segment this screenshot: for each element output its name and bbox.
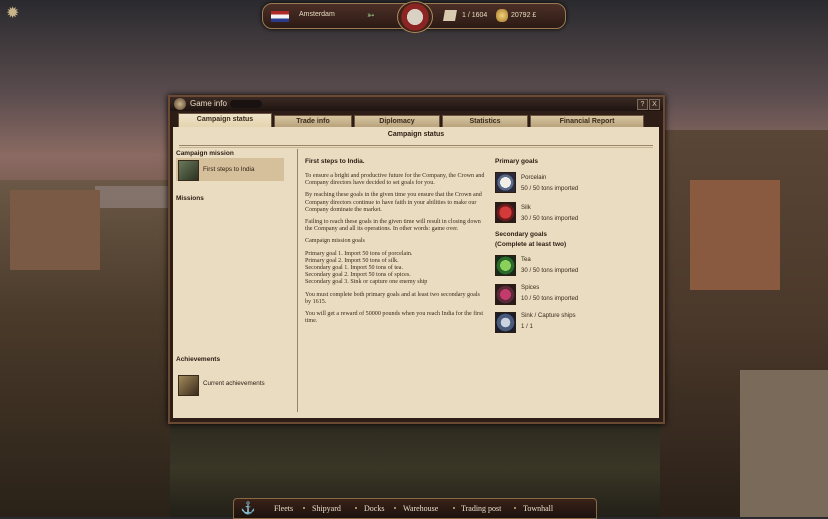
mission-paragraph: Campaign mission goals [305,238,365,245]
secondary-goals-title: Secondary goals [495,231,548,238]
primary-goals-title: Primary goals [495,158,538,165]
nav-warehouse[interactable]: Warehouse [403,504,438,513]
left-panel: Campaign mission First steps to India Mi… [173,149,298,412]
close-button[interactable]: X [649,99,660,110]
campaign-mission-title: Campaign mission [176,150,234,157]
secondary-goals-note: (Complete at least two) [495,241,567,248]
goal-progress: 1 / 1 [521,323,533,330]
nav-separator [303,507,305,509]
ship-count: 1 / 1604 [462,12,488,19]
content-header: Campaign status [387,131,445,138]
goal-name: Silk [521,204,531,211]
goal-name: Sink / Capture ships [521,312,576,319]
current-achievements-item[interactable]: Current achievements [203,380,265,387]
goal-progress: 10 / 50 tons imported [521,295,579,302]
nav-separator [453,507,455,509]
wind-indicator-icon: ➳ [367,10,375,20]
achievement-medal-icon [178,375,199,396]
nation-crest-icon[interactable] [397,1,433,33]
achievements-title: Achievements [176,356,221,363]
window-emblem-icon [174,98,186,110]
background-building [10,190,100,270]
goal-name: Tea [521,256,531,263]
background-sea [95,186,175,208]
nav-shipyard[interactable]: Shipyard [312,504,341,513]
mission-paragraph: To ensure a bright and productive future… [305,173,485,187]
settings-gear-icon[interactable]: ✹ [6,6,22,22]
mission-goal: Secondary goal 2. Import 50 tons of spic… [305,272,411,279]
goal-name: Spices [521,284,540,291]
mission-paragraph: By reaching these goals in the given tim… [305,192,482,213]
porcelain-icon [495,172,516,193]
nav-separator [514,507,516,509]
spices-icon [495,284,516,305]
mission-scroll-icon [178,160,199,181]
tab-campaign-status[interactable]: Campaign status [178,113,272,128]
current-city[interactable]: Amsterdam [299,11,335,18]
window-titlebar[interactable]: Game info ? X [170,97,663,111]
company-logo-icon: ⚓ [240,501,256,515]
dutch-flag-icon [271,11,289,22]
divider [179,147,653,148]
goal-progress: 30 / 50 tons imported [521,215,579,222]
mission-goal: Primary goal 2. Import 50 tons of silk. [305,257,399,264]
mission-paragraph: Failing to reach these goals in the give… [305,219,481,233]
nav-separator [394,507,396,509]
help-button[interactable]: ? [637,99,648,110]
titlebar-decoration [230,100,262,108]
coins-icon [496,9,508,22]
mission-goal: Secondary goal 3. Sink or capture one en… [305,279,428,286]
campaign-mission-label[interactable]: First steps to India [203,166,254,173]
background-building [740,370,828,517]
mission-title: First steps to India. [305,158,365,165]
goal-progress: 50 / 50 tons imported [521,185,579,192]
game-info-window: Game info ? X Campaign status Trade info… [168,95,665,424]
silk-icon [495,202,516,223]
mission-goal: Primary goal 1. Import 50 tons of porcel… [305,250,413,257]
ship-icon [495,312,516,333]
background-building [690,180,780,290]
ships-icon [443,10,457,21]
money-amount: 20792 £ [511,12,537,19]
goal-progress: 30 / 50 tons imported [521,267,579,274]
nav-fleets[interactable]: Fleets [274,504,293,513]
top-status-bar: Amsterdam ➳ 1 / 1604 20792 £ [262,1,566,33]
goal-name: Porcelain [521,174,547,181]
bottom-nav-bar: ⚓ Fleets Shipyard Docks Warehouse Tradin… [233,498,597,519]
nav-trading-post[interactable]: Trading post [461,504,501,513]
mission-paragraph: You will get a reward of 50000 pounds wh… [305,311,484,325]
nav-docks[interactable]: Docks [364,504,384,513]
tab-bar: Campaign status Trade info Diplomacy Sta… [174,113,659,128]
mission-description: To ensure a bright and productive future… [305,173,485,330]
nav-townhall[interactable]: Townhall [523,504,553,513]
nav-separator [355,507,357,509]
missions-title: Missions [176,195,204,202]
window-title: Game info [190,99,227,108]
tea-icon [495,255,516,276]
mission-paragraph: You must complete both primary goals and… [305,291,480,305]
tab-content: Campaign status Campaign mission First s… [173,127,659,418]
divider [179,145,653,146]
